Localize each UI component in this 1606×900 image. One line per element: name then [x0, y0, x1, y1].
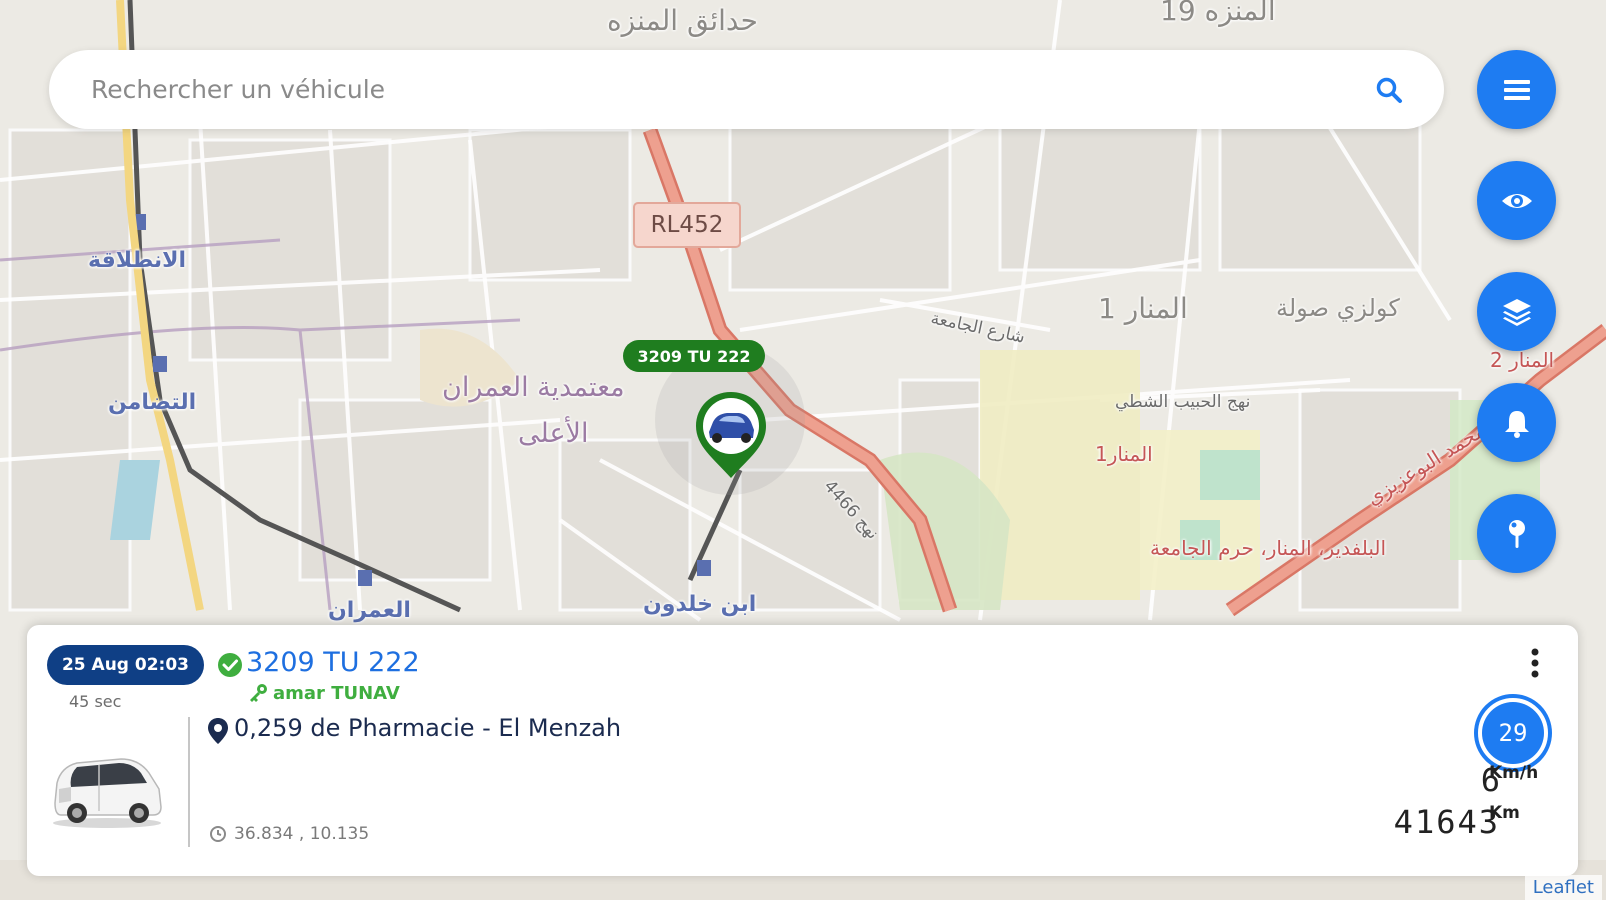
map-label-omrane-aala-1: معتمدية العمران [442, 372, 625, 403]
search-icon[interactable] [1374, 75, 1404, 105]
map-label-manar-1-red: المنار1 [1095, 442, 1153, 466]
menu-button[interactable] [1477, 50, 1556, 129]
poi-button[interactable] [1477, 494, 1556, 573]
eye-icon [1501, 193, 1532, 208]
map-label-habib-chatti: نهج الحبيب الشطي [1115, 392, 1251, 412]
vehicle-address: 0,259 de Pharmacie - El Menzah [234, 714, 622, 742]
map-label-omrane: العمران [328, 598, 411, 623]
menu-icon [1503, 79, 1530, 100]
map-label-omrane-aala-2: الأعلى [518, 418, 589, 449]
status-check-icon [218, 653, 242, 677]
vehicle-search-bar [49, 50, 1444, 129]
location-pin-icon [208, 718, 228, 744]
map-label-hadaeq-menzah: حدائق المنزه [607, 4, 758, 37]
layers-icon [1502, 298, 1531, 326]
map-label-manar-2: المنار 2 [1490, 348, 1555, 372]
vehicle-marker[interactable] [693, 390, 769, 480]
elapsed-time: 45 sec [69, 692, 122, 711]
vehicle-thumbnail [53, 758, 162, 828]
map-label-menzah-19: المنزه 19 [1160, 0, 1276, 27]
odometer: 41643 [1393, 803, 1500, 841]
vehicle-plate-tag[interactable]: 3209 TU 222 [623, 340, 765, 372]
speed-unit: Km/h [1489, 763, 1539, 783]
key-icon [250, 684, 267, 702]
clock-icon [210, 826, 226, 842]
map-label-colisee-soula: كولزي صولة [1276, 294, 1400, 322]
speed-badge-value: 29 [1482, 702, 1544, 764]
card-divider [188, 717, 190, 847]
map-attribution-link[interactable]: Leaflet [1524, 875, 1602, 900]
visibility-button[interactable] [1477, 161, 1556, 240]
map-label-belvedere-campus: البلفدير، المنار، حرم الجامعة [1150, 536, 1387, 560]
car-marker-icon [696, 392, 766, 478]
map-label-manar-1: المنار 1 [1098, 292, 1188, 325]
last-update-badge: 25 Aug 02:03 [47, 645, 204, 685]
pin-icon [1508, 519, 1525, 548]
odometer-unit: Km [1489, 803, 1520, 823]
vehicle-coordinates: 36.834 , 10.135 [234, 824, 370, 844]
vehicle-info-card[interactable]: 25 Aug 02:03 45 sec 3209 TU 222 amar TUN… [27, 625, 1578, 876]
map-label-intilaka: الانطلاقة [88, 248, 187, 273]
more-options-icon[interactable] [1529, 647, 1541, 679]
layers-button[interactable] [1477, 272, 1556, 351]
bell-icon [1504, 410, 1529, 438]
road-shield-rl452: RL452 [633, 202, 741, 248]
driver-name: amar TUNAV [273, 683, 400, 704]
search-input[interactable] [89, 74, 1374, 105]
notifications-button[interactable] [1477, 383, 1556, 462]
map-label-ibn-khaldoun: ابن خلدون [643, 592, 757, 617]
vehicle-plate[interactable]: 3209 TU 222 [246, 647, 420, 678]
map-label-tadhamon: التضامن [108, 390, 197, 415]
